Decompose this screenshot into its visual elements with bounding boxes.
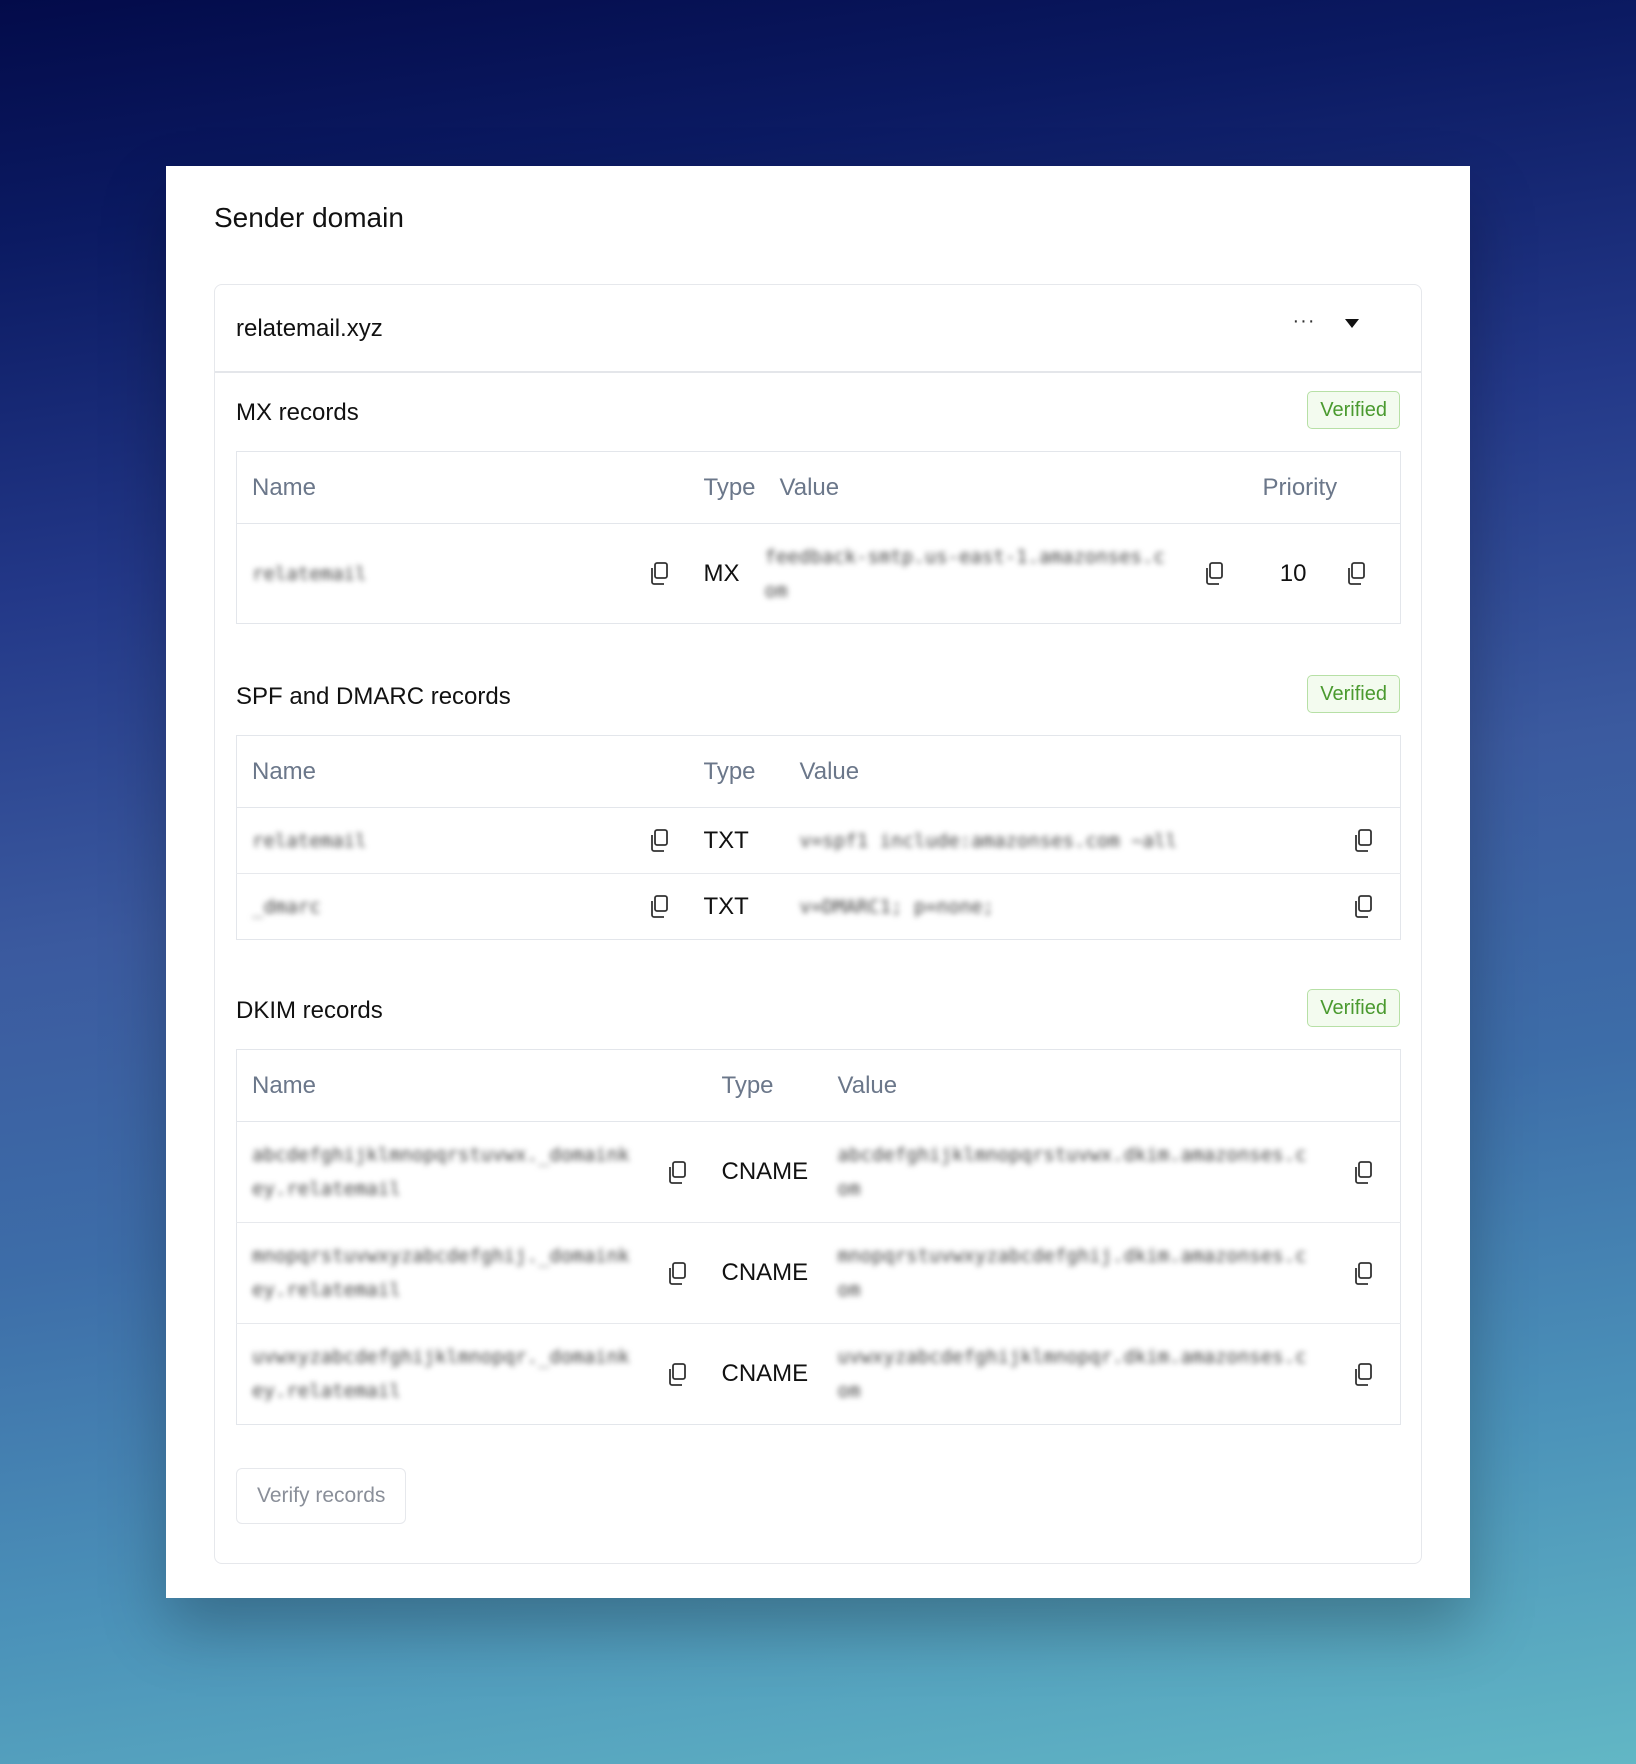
record-name: _dmarc xyxy=(252,895,321,918)
table-row: _dmarc TXT v=DMARC1; p=none; xyxy=(237,874,1401,940)
record-type: CNAME xyxy=(706,1121,823,1223)
copy-icon[interactable] xyxy=(1351,894,1375,920)
table-header-row: Name Type Value xyxy=(236,1049,1401,1122)
copy-icon[interactable] xyxy=(647,561,671,587)
table-header-row: Name Type Value xyxy=(236,735,1401,808)
record-value: v=DMARC1; p=none; xyxy=(799,895,994,918)
spf-dmarc-records-table: Name Type Value relatemail TXT v=spf1 in… xyxy=(236,735,1401,940)
table-row: relatemail TXT v=spf1 include:amazonses.… xyxy=(236,807,1401,874)
record-type: TXT xyxy=(703,892,749,920)
column-header-name: Name xyxy=(236,451,629,524)
section-title: MX records xyxy=(236,399,359,426)
copy-icon[interactable] xyxy=(1351,1160,1375,1186)
record-priority: 10 xyxy=(1279,559,1307,587)
copy-icon[interactable] xyxy=(1202,561,1226,587)
section-title: DKIM records xyxy=(236,997,383,1024)
caret-down-icon[interactable] xyxy=(1345,319,1359,328)
record-type: CNAME xyxy=(721,1360,809,1387)
domain-panel: relatemail.xyz ··· MX records Verified N… xyxy=(214,284,1422,1564)
record-name: relatemail xyxy=(252,562,367,585)
more-horizontal-icon[interactable]: ··· xyxy=(1289,309,1319,339)
column-header-value: Value xyxy=(764,451,1187,524)
record-name: abcdefghijklmnopqrstuvwx._domainkey.rela… xyxy=(252,1144,630,1200)
record-type: TXT xyxy=(688,807,785,874)
copy-icon[interactable] xyxy=(647,894,671,920)
record-value: v=spf1 include:amazonses.com ~all xyxy=(799,829,1178,852)
table-row: mnopqrstuvwxyzabcdefghij._domainkey.rela… xyxy=(236,1222,1401,1324)
copy-icon[interactable] xyxy=(647,828,671,854)
domain-header[interactable]: relatemail.xyz ··· xyxy=(215,285,1421,373)
record-name: relatemail xyxy=(252,829,367,852)
column-header-value: Value xyxy=(784,735,1327,808)
page-title: Sender domain xyxy=(214,202,404,233)
column-header-name: Name xyxy=(236,735,629,808)
copy-icon[interactable] xyxy=(1351,828,1375,854)
copy-icon[interactable] xyxy=(665,1261,689,1287)
sender-domain-card: Sender domain relatemail.xyz ··· MX reco… xyxy=(166,166,1470,1598)
table-header-row: Name Type Value Priority xyxy=(236,451,1401,524)
table-row: abcdefghijklmnopqrstuvwx._domainkey.rela… xyxy=(236,1121,1401,1223)
column-header-type: Type xyxy=(706,1049,823,1122)
copy-icon[interactable] xyxy=(1351,1362,1375,1388)
record-value: abcdefghijklmnopqrstuvwx.dkim.amazonses.… xyxy=(837,1144,1307,1200)
record-name: mnopqrstuvwxyzabcdefghij._domainkey.rela… xyxy=(252,1245,630,1301)
domain-name: relatemail.xyz xyxy=(236,315,383,342)
verify-records-button[interactable]: Verify records xyxy=(236,1468,407,1524)
record-type: MX xyxy=(703,559,740,587)
table-row: relatemail MX feedback-smtp.us-east-1.am… xyxy=(237,524,1401,624)
status-badge: Verified xyxy=(1307,675,1400,713)
copy-icon[interactable] xyxy=(665,1362,689,1388)
record-value: uvwxyzabcdefghijklmnopqr.dkim.amazonses.… xyxy=(837,1346,1307,1402)
status-badge: Verified xyxy=(1307,989,1400,1027)
record-type: CNAME xyxy=(706,1222,823,1324)
column-header-priority: Priority xyxy=(1222,451,1401,524)
mx-records-table: Name Type Value Priority relatemail MX f… xyxy=(236,451,1402,624)
column-header-value: Value xyxy=(822,1049,1327,1122)
column-header-type: Type xyxy=(688,451,765,524)
table-row: uvwxyzabcdefghijklmnopqr._domainkey.rela… xyxy=(237,1324,1401,1425)
record-value: mnopqrstuvwxyzabcdefghij.dkim.amazonses.… xyxy=(837,1245,1307,1301)
column-header-type: Type xyxy=(688,735,785,808)
status-badge: Verified xyxy=(1307,391,1400,429)
column-header-name: Name xyxy=(236,1049,647,1122)
record-value: feedback-smtp.us-east-1.amazonses.com xyxy=(764,545,1165,602)
copy-icon[interactable] xyxy=(1344,561,1368,587)
dkim-records-table: Name Type Value abcdefghijklmnopqrstuvwx… xyxy=(236,1049,1401,1425)
record-name: uvwxyzabcdefghijklmnopqr._domainkey.rela… xyxy=(252,1346,630,1402)
copy-icon[interactable] xyxy=(1351,1261,1375,1287)
copy-icon[interactable] xyxy=(665,1160,689,1186)
section-title: SPF and DMARC records xyxy=(236,683,511,710)
